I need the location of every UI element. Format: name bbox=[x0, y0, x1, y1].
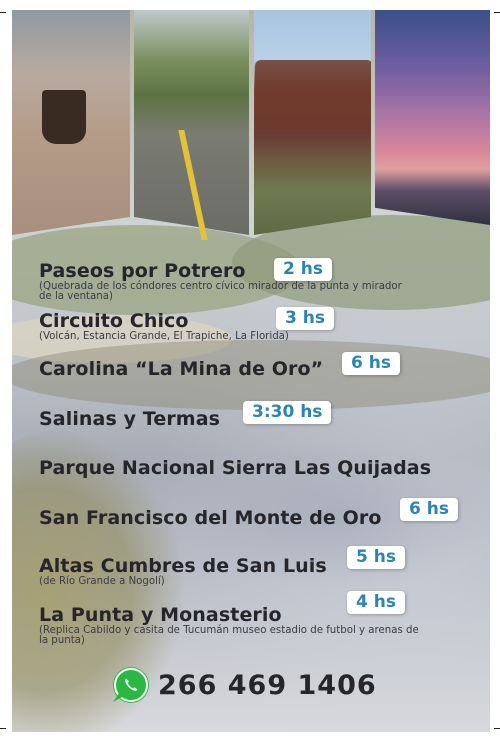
crop-mark bbox=[0, 12, 6, 13]
duration-badge: 2 hs bbox=[274, 258, 332, 281]
phone-number: 266 469 1406 bbox=[158, 669, 377, 701]
photo-mountain-road bbox=[134, 10, 249, 235]
tour-title: Paseos por Potrero bbox=[39, 260, 246, 282]
crop-mark bbox=[0, 728, 6, 729]
duration-badge: 3 hs bbox=[276, 307, 334, 330]
duration-badge: 6 hs bbox=[342, 352, 400, 375]
tour-detail: (Volcán, Estancia Grande, El Trapiche, L… bbox=[39, 331, 289, 342]
crop-mark bbox=[494, 728, 500, 729]
tour-item: Altas Cumbres de San Luis (de Río Grande… bbox=[39, 555, 327, 587]
tour-detail: (Quebrada de los cóndores centro cívico … bbox=[39, 281, 402, 302]
whatsapp-icon bbox=[114, 668, 148, 702]
tour-title: San Francisco del Monte de Oro bbox=[39, 507, 382, 529]
photo-sunset-lake bbox=[375, 10, 490, 225]
photo-mate-group bbox=[12, 10, 130, 235]
tour-title: Parque Nacional Sierra Las Quijadas bbox=[39, 457, 432, 479]
phone-handset-icon bbox=[125, 678, 138, 691]
tour-title: Altas Cumbres de San Luis bbox=[39, 555, 327, 577]
tour-item: Circuito Chico (Volcán, Estancia Grande,… bbox=[39, 310, 289, 342]
duration-badge: 6 hs bbox=[400, 498, 458, 521]
tour-detail: (Replica Cabildo y casita de Tucumán mus… bbox=[39, 625, 419, 646]
train-car-shape bbox=[255, 60, 371, 130]
duration-badge: 4 hs bbox=[347, 591, 405, 614]
duration-badge: 5 hs bbox=[347, 546, 405, 569]
contact-row: 266 469 1406 bbox=[114, 668, 377, 702]
tour-item: Salinas y Termas bbox=[39, 408, 220, 430]
tour-title: Circuito Chico bbox=[39, 310, 189, 332]
photo-old-train bbox=[254, 10, 371, 235]
tour-item: Paseos por Potrero (Quebrada de los cónd… bbox=[39, 260, 409, 302]
tour-title: Carolina “La Mina de Oro” bbox=[39, 358, 324, 380]
crop-mark bbox=[494, 12, 500, 13]
duration-badge: 3:30 hs bbox=[243, 401, 332, 424]
tour-item: Parque Nacional Sierra Las Quijadas bbox=[39, 457, 431, 479]
mate-cup-shape bbox=[42, 90, 86, 144]
tour-detail: (de Río Grande a Nogolí) bbox=[39, 576, 165, 587]
tour-item: Carolina “La Mina de Oro” bbox=[39, 358, 323, 380]
tour-title: Salinas y Termas bbox=[39, 408, 221, 430]
tour-item: San Francisco del Monte de Oro bbox=[39, 507, 382, 529]
tour-flyer: Paseos por Potrero (Quebrada de los cónd… bbox=[12, 10, 490, 732]
